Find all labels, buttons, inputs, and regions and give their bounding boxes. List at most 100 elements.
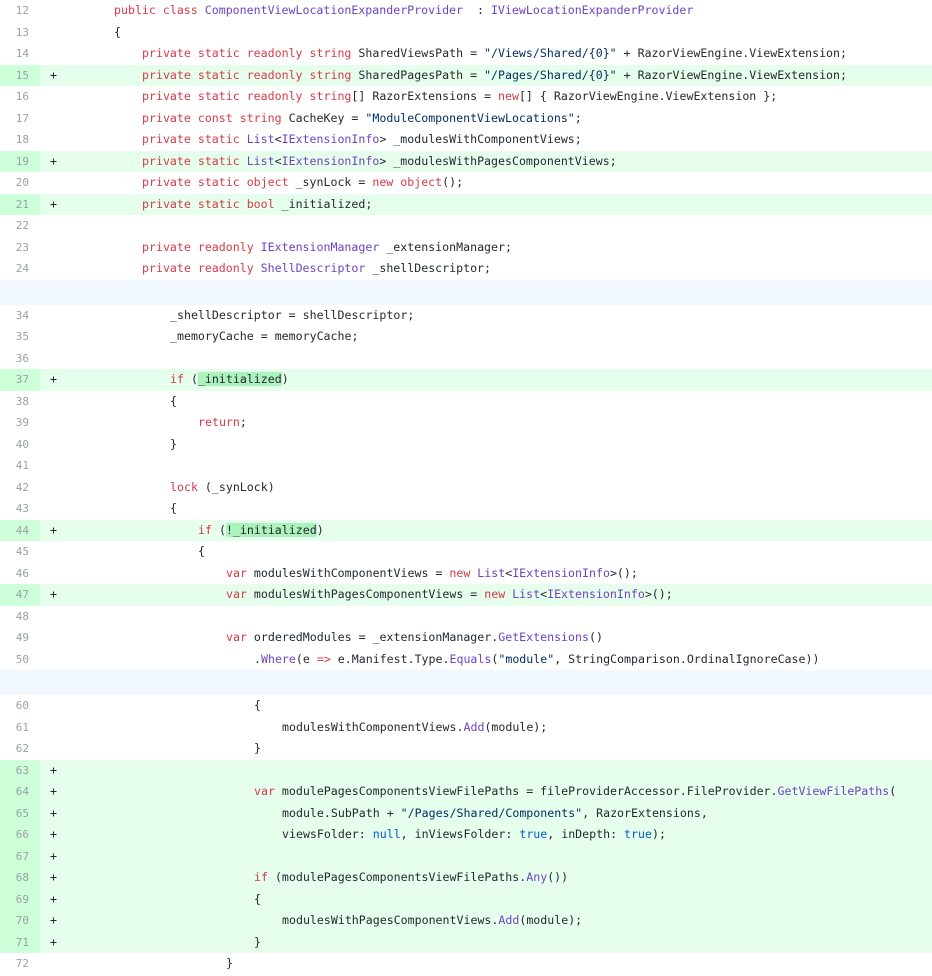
line-number[interactable]: 14 [0,43,40,65]
line-number[interactable]: 24 [0,258,40,280]
line-number[interactable]: 61 [0,717,40,739]
line-number[interactable]: 60 [0,695,40,717]
code-token: (module); [484,719,548,734]
code-token: IExtensionInfo [281,153,380,168]
added-marker: + [50,196,57,211]
code-token: orderedModules = _extensionManager. [253,630,499,644]
line-number[interactable]: 66 [0,824,40,846]
diff-line: 24 private readonly ShellDescriptor _shel… [0,258,932,280]
line-number[interactable]: 68 [0,867,40,889]
code-token: modulesWithComponentViews = [253,565,450,580]
line-number[interactable]: 62 [0,738,40,760]
line-number[interactable]: 47 [0,584,40,606]
line-number[interactable]: 40 [0,434,40,456]
code-token: { [254,698,261,712]
line-number[interactable]: 16 [0,86,40,108]
hunk-separator[interactable] [0,670,932,695]
line-number[interactable]: 19 [0,150,40,172]
line-number[interactable]: 17 [0,108,40,130]
line-number[interactable]: 41 [0,455,40,477]
code-token: new [498,89,519,103]
code-token: private static readonly string [142,89,352,103]
line-number[interactable]: 65 [0,802,40,824]
diff-line: 12 public class ComponentViewLocationExpa… [0,0,932,22]
line-number[interactable]: 71 [0,931,40,953]
code-content: private static readonly string[] RazorEx… [65,86,932,108]
diff-line: 37 + if (_initialized) [0,369,932,391]
code-token: true [624,827,652,841]
diff-line: 21 + private static bool _initialized; [0,193,932,216]
code-token: "/Views/Shared/{0}" [484,46,617,60]
line-number[interactable]: 18 [0,129,40,151]
line-number[interactable]: 64 [0,781,40,803]
code-token: SharedPagesPath = [358,67,485,82]
line-number[interactable]: 13 [0,22,40,44]
code-token: new [449,565,478,580]
line-number[interactable] [0,670,40,695]
code-content: private readonly IExtensionManager _exte… [65,237,932,259]
code-token: ( [211,522,226,537]
line-number[interactable]: 38 [0,391,40,413]
diff-line: 63 + [0,759,932,781]
added-marker: + [50,870,57,884]
diff-line: 19 + private static List<IExtensionInfo> _… [0,150,932,172]
line-number[interactable]: 67 [0,845,40,867]
diff-line: 67 + [0,845,932,867]
line-number[interactable]: 43 [0,498,40,520]
line-number[interactable]: 22 [0,215,40,237]
line-number[interactable]: 39 [0,412,40,434]
line-number[interactable]: 35 [0,326,40,348]
line-number[interactable]: 46 [0,563,40,585]
code-token: viewsFolder: [282,827,373,841]
code-token: , StringComparison.OrdinalIgnoreCase)) [554,651,820,666]
line-number[interactable]: 70 [0,910,40,932]
code-token: private static object [142,175,296,189]
code-content: if (_initialized) [65,369,932,391]
line-number[interactable]: 34 [0,305,40,327]
code-content: private static bool _initialized; [65,194,932,216]
code-token: var [226,587,254,601]
line-number[interactable]: 42 [0,477,40,499]
line-number[interactable]: 20 [0,172,40,194]
code-token: ShellDescriptor [260,261,366,275]
line-number[interactable]: 50 [0,649,40,671]
diff-line: 16 private static readonly string[] Razor… [0,86,932,108]
added-marker: + [50,805,57,820]
code-token: [] { RazorViewEngine.ViewExtension }; [518,89,778,103]
line-number[interactable]: 15 [0,64,40,86]
line-number[interactable]: 23 [0,237,40,259]
line-number[interactable] [0,279,40,305]
line-number[interactable]: 21 [0,193,40,215]
hunk-separator[interactable] [0,279,932,305]
line-number[interactable]: 72 [0,953,40,975]
code-token: _initialized [197,372,282,386]
code-token: } [254,741,261,755]
code-token: _extensionManager; [379,239,512,254]
code-token: "/Pages/Shared/Components" [400,805,583,820]
line-number[interactable]: 69 [0,888,40,910]
added-marker: + [50,153,57,168]
added-marker: + [50,784,57,798]
code-token: !_initialized [225,522,317,537]
code-content: _memoryCache = memoryCache; [65,326,932,348]
code-token: e.Manifest.Type. [330,651,450,666]
code-token: if [198,522,212,537]
diff-line: 36 [0,348,932,370]
line-number[interactable]: 12 [0,0,40,22]
line-number[interactable]: 45 [0,541,40,563]
line-number[interactable]: 48 [0,606,40,628]
line-number[interactable]: 44 [0,519,40,541]
code-token: module.SubPath + [282,805,401,820]
code-token: private static bool [142,196,282,211]
code-token: [] RazorExtensions = [351,89,498,103]
code-token: , inDepth: [547,827,625,841]
diff-line: 72} [0,953,932,975]
code-token: ) [316,522,324,537]
line-number[interactable]: 37 [0,369,40,391]
line-number[interactable]: 36 [0,348,40,370]
code-token: _shellDescriptor = shellDescriptor; [170,307,415,322]
code-token: _synLock = [295,175,373,189]
line-number[interactable]: 63 [0,759,40,781]
line-number[interactable]: 49 [0,627,40,649]
code-token: private static [142,153,247,168]
